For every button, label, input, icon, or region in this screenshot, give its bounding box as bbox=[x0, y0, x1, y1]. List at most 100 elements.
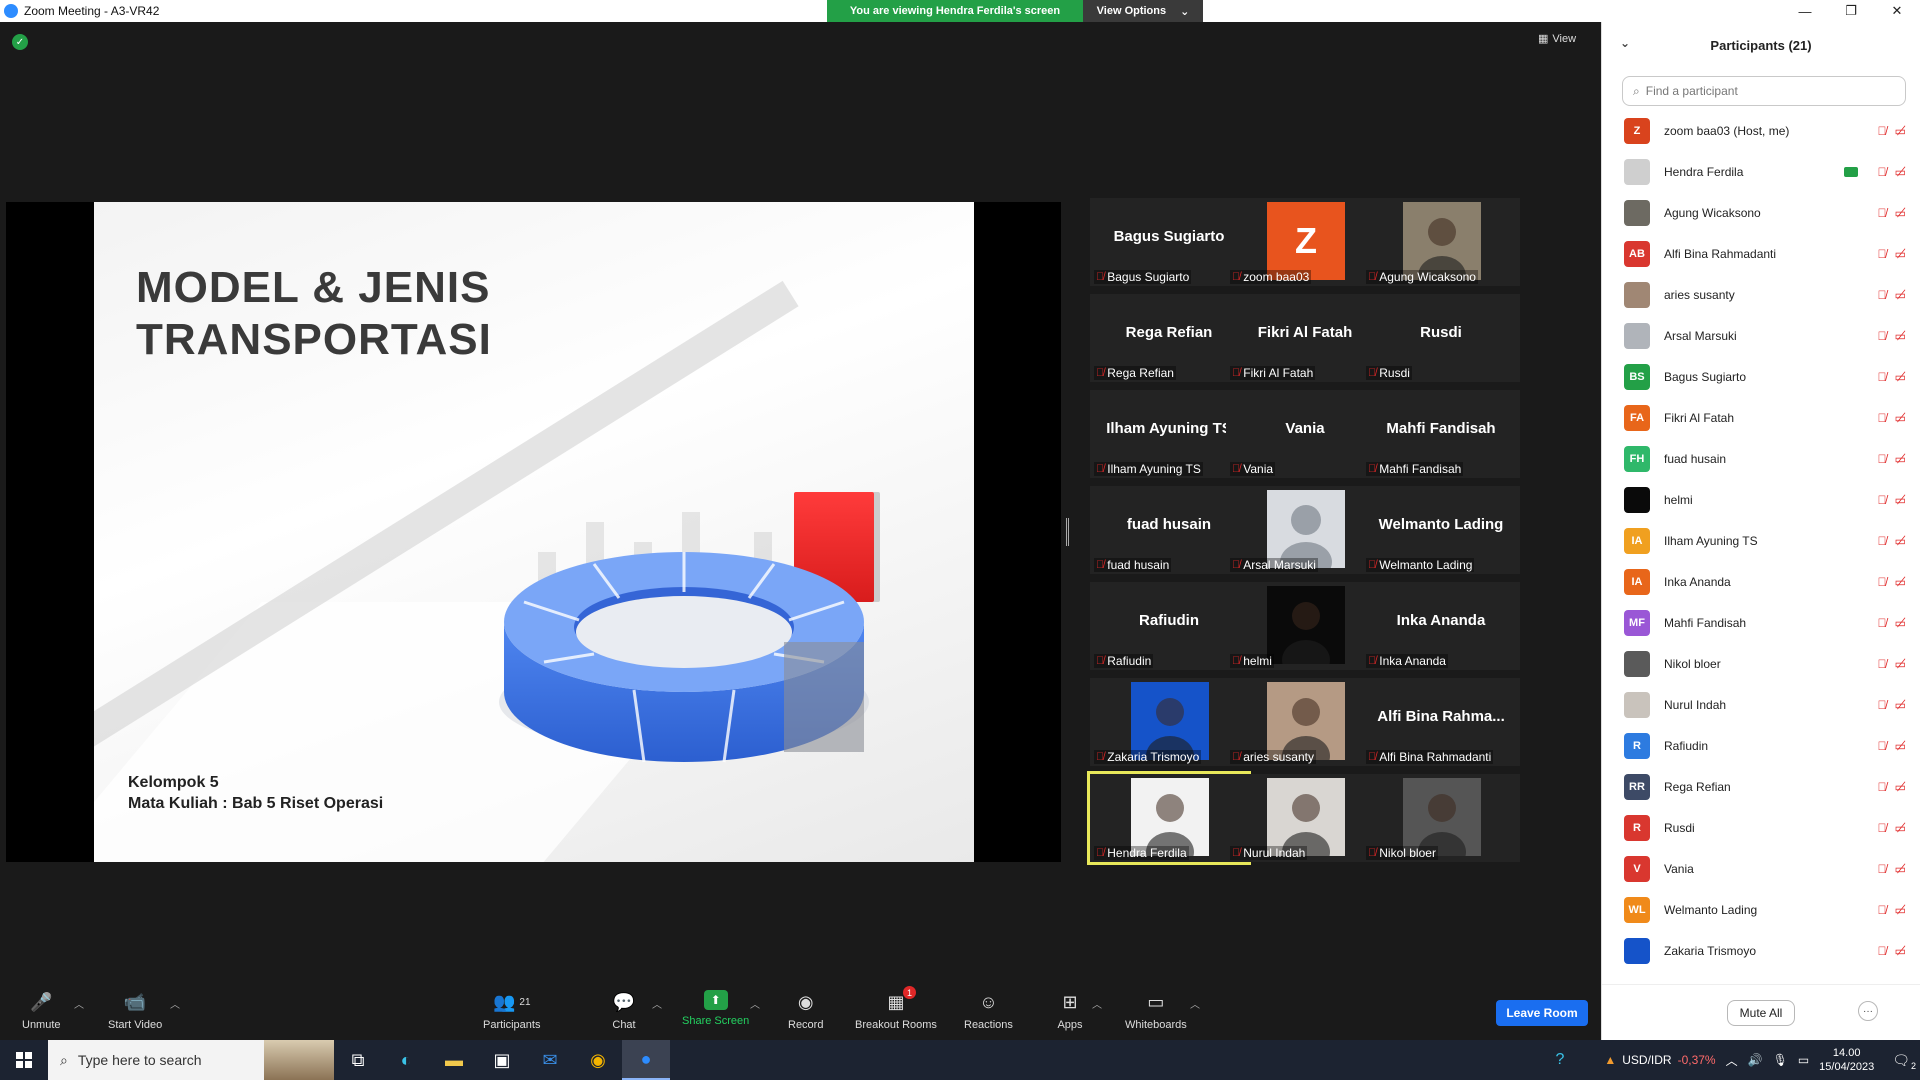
video-tile[interactable]: 🎙̸ Zakaria Trismoyo bbox=[1090, 678, 1248, 776]
breakout-rooms-button[interactable]: ▦ 1 Breakout Rooms bbox=[855, 986, 937, 1031]
speaker-icon[interactable]: 🔊 bbox=[1748, 1053, 1763, 1067]
participant-row[interactable]: FA Fikri Al Fatah 🎙̸ ▭̸ bbox=[1602, 397, 1920, 438]
video-tile[interactable]: Bagus Sugiarto 🎙̸ Bagus Sugiarto bbox=[1090, 198, 1248, 286]
participant-row[interactable]: Agung Wicaksono 🎙̸ ▭̸ bbox=[1602, 192, 1920, 233]
store-icon[interactable]: ▣ bbox=[478, 1040, 526, 1080]
participant-row[interactable]: WL Welmanto Lading 🎙̸ ▭̸ bbox=[1602, 889, 1920, 930]
video-tile[interactable]: Mahfi Fandisah 🎙̸ Mahfi Fandisah bbox=[1362, 390, 1520, 478]
tile-name-text: Welmanto Lading bbox=[1379, 558, 1473, 572]
audio-options-caret[interactable]: ︿ bbox=[74, 996, 84, 1011]
more-options-button[interactable]: ··· bbox=[1858, 1001, 1878, 1021]
video-tile[interactable]: 🎙̸ Agung Wicaksono bbox=[1362, 198, 1520, 296]
participant-status-icons: 🎙̸ ▭̸ bbox=[1878, 616, 1906, 630]
apps-button[interactable]: ⊞ Apps bbox=[1056, 990, 1084, 1032]
participant-row[interactable]: FH fuad husain 🎙̸ ▭̸ bbox=[1602, 438, 1920, 479]
video-tile[interactable]: Inka Ananda 🎙̸ Inka Ananda bbox=[1362, 582, 1520, 670]
zoom-taskbar-icon[interactable]: ● bbox=[622, 1040, 670, 1080]
participant-row[interactable]: Nikol bloer 🎙̸ ▭̸ bbox=[1602, 643, 1920, 684]
taskbar-clock[interactable]: 14.00 15/04/2023 bbox=[1819, 1046, 1874, 1074]
close-button[interactable]: ✕ bbox=[1874, 0, 1920, 22]
network-icon[interactable]: ▭ bbox=[1798, 1053, 1809, 1067]
chrome-icon[interactable]: ◉ bbox=[574, 1040, 622, 1080]
microphone-icon[interactable]: 🎙 bbox=[1773, 1053, 1788, 1067]
chevron-up-icon[interactable]: ︿ bbox=[1726, 1052, 1738, 1069]
reactions-label: Reactions bbox=[964, 1019, 1013, 1031]
video-tile[interactable]: 🎙̸ aries susanty bbox=[1226, 678, 1384, 776]
edge-browser-icon[interactable]: ◐ bbox=[382, 1040, 430, 1080]
participant-row[interactable]: MF Mahfi Fandisah 🎙̸ ▭̸ bbox=[1602, 602, 1920, 643]
mute-all-button[interactable]: Mute All bbox=[1726, 999, 1796, 1026]
chat-label: Chat bbox=[612, 1019, 636, 1031]
task-view-icon[interactable]: ⧉ bbox=[334, 1040, 382, 1080]
video-tile[interactable]: 🎙̸ Hendra Ferdila bbox=[1087, 771, 1251, 872]
reactions-button[interactable]: ☺ Reactions bbox=[964, 990, 1013, 1032]
currency-widget[interactable]: ▲ USD/IDR -0,37% bbox=[1604, 1053, 1715, 1067]
mail-icon[interactable]: ✉ bbox=[526, 1040, 574, 1080]
participant-row[interactable]: IA Inka Ananda 🎙̸ ▭̸ bbox=[1602, 561, 1920, 602]
video-tile[interactable]: Welmanto Lading 🎙̸ Welmanto Lading bbox=[1362, 486, 1520, 574]
video-tile[interactable]: Vania 🎙̸ Vania bbox=[1226, 390, 1384, 478]
help-icon[interactable]: ? bbox=[1555, 1051, 1564, 1069]
video-tile[interactable]: 🎙̸ Nikol bloer bbox=[1362, 774, 1520, 872]
participant-row[interactable]: AB Alfi Bina Rahmadanti 🎙̸ ▭̸ bbox=[1602, 233, 1920, 274]
whiteboard-options-caret[interactable]: ︿ bbox=[1190, 996, 1200, 1011]
security-shield-icon[interactable]: ✓ bbox=[12, 34, 28, 50]
video-options-caret[interactable]: ︿ bbox=[170, 996, 180, 1011]
participant-row[interactable]: helmi 🎙̸ ▭̸ bbox=[1602, 479, 1920, 520]
maximize-button[interactable]: ❐ bbox=[1828, 0, 1874, 22]
view-options-button[interactable]: View Options ⌄ bbox=[1083, 0, 1203, 22]
notifications-icon[interactable]: 🗨 2 bbox=[1892, 1052, 1916, 1071]
share-screen-button[interactable]: ⬆ Share Screen bbox=[682, 990, 749, 1027]
chat-button[interactable]: 💬 Chat bbox=[610, 990, 638, 1032]
video-tile[interactable]: Alfi Bina Rahma... 🎙̸ Alfi Bina Rahmadanti bbox=[1362, 678, 1520, 766]
participant-name: Mahfi Fandisah bbox=[1664, 615, 1747, 630]
participants-button[interactable]: 👥 21 Participants bbox=[483, 990, 540, 1032]
video-tile[interactable]: fuad husain 🎙̸ fuad husain bbox=[1090, 486, 1248, 574]
video-tile[interactable]: Rafiudin 🎙̸ Rafiudin bbox=[1090, 582, 1248, 670]
participant-avatar bbox=[1624, 486, 1650, 513]
start-button[interactable] bbox=[0, 1040, 48, 1080]
whiteboards-button[interactable]: ▭ Whiteboards bbox=[1125, 990, 1187, 1032]
view-button[interactable]: ▦ View bbox=[1538, 32, 1576, 46]
participant-row[interactable]: Arsal Marsuki 🎙̸ ▭̸ bbox=[1602, 315, 1920, 356]
tile-name-label: 🎙̸ Vania bbox=[1230, 462, 1276, 476]
microphone-muted-icon: 🎙̸ bbox=[1877, 451, 1887, 466]
participant-row[interactable]: Nurul Indah 🎙̸ ▭̸ bbox=[1602, 684, 1920, 725]
unmute-button[interactable]: 🎤 Unmute bbox=[22, 990, 61, 1032]
participant-row[interactable]: IA Ilham Ayuning TS 🎙̸ ▭̸ bbox=[1602, 520, 1920, 561]
participant-name: Fikri Al Fatah bbox=[1664, 410, 1735, 425]
unmute-label: Unmute bbox=[22, 1019, 61, 1031]
chat-options-caret[interactable]: ︿ bbox=[652, 996, 662, 1011]
participant-row[interactable]: RR Rega Refian 🎙̸ ▭̸ bbox=[1602, 766, 1920, 807]
record-button[interactable]: ◉ Record bbox=[788, 990, 823, 1032]
participant-search-input[interactable]: ⌕ Find a participant bbox=[1622, 76, 1906, 106]
participant-name: zoom baa03 (Host, me) bbox=[1664, 123, 1790, 138]
chevron-down-icon[interactable]: ⌄ bbox=[1620, 36, 1630, 50]
participant-row[interactable]: BS Bagus Sugiarto 🎙̸ ▭̸ bbox=[1602, 356, 1920, 397]
video-tile[interactable]: 🎙̸ Arsal Marsuki bbox=[1226, 486, 1384, 582]
taskbar-search-box[interactable]: ⌕ Type here to search bbox=[48, 1040, 334, 1080]
video-tile[interactable]: Z 🎙̸ zoom baa03 bbox=[1226, 198, 1384, 286]
leave-room-button[interactable]: Leave Room bbox=[1496, 1000, 1588, 1026]
video-tile[interactable]: Ilham Ayuning TS 🎙̸ Ilham Ayuning TS bbox=[1090, 390, 1248, 478]
file-explorer-icon[interactable]: ▬ bbox=[430, 1040, 478, 1080]
participant-row[interactable]: V Vania 🎙̸ ▭̸ bbox=[1602, 848, 1920, 889]
share-options-caret[interactable]: ︿ bbox=[750, 996, 760, 1011]
participant-status-icons: 🎙̸ ▭̸ bbox=[1878, 739, 1906, 753]
start-video-button[interactable]: 📹 Start Video bbox=[108, 990, 162, 1032]
participant-row[interactable]: aries susanty 🎙̸ ▭̸ bbox=[1602, 274, 1920, 315]
participant-row[interactable]: Zakaria Trismoyo 🎙̸ ▭̸ bbox=[1602, 930, 1920, 971]
video-tile[interactable]: 🎙̸ Nurul Indah bbox=[1226, 774, 1384, 872]
participant-row[interactable]: R Rafiudin 🎙̸ ▭̸ bbox=[1602, 725, 1920, 766]
minimize-button[interactable]: — bbox=[1782, 0, 1828, 22]
apps-options-caret[interactable]: ︿ bbox=[1092, 996, 1102, 1011]
participant-row[interactable]: Zzoom baa03 (Host, me) 🎙̸ ▭̸ bbox=[1602, 110, 1920, 151]
video-tile[interactable]: Fikri Al Fatah 🎙̸ Fikri Al Fatah bbox=[1226, 294, 1384, 382]
participant-row[interactable]: R Rusdi 🎙̸ ▭̸ bbox=[1602, 807, 1920, 848]
video-tile[interactable]: 🎙̸ helmi bbox=[1226, 582, 1384, 680]
video-tile[interactable]: Rega Refian 🎙̸ Rega Refian bbox=[1090, 294, 1248, 382]
participant-row[interactable]: Hendra Ferdila 🎙̸ ▭̸ bbox=[1602, 151, 1920, 192]
splitter-handle[interactable] bbox=[1066, 518, 1069, 546]
participant-photo bbox=[1131, 778, 1209, 872]
video-tile[interactable]: Rusdi 🎙̸ Rusdi bbox=[1362, 294, 1520, 382]
